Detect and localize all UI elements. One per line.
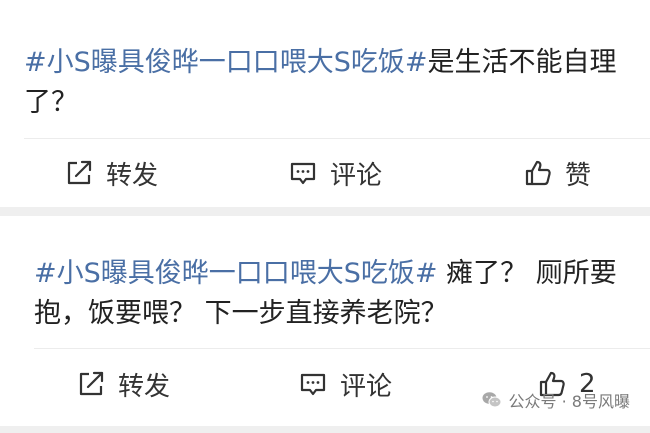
repost-icon (64, 158, 94, 188)
watermark: 公众号 · 8号风曝 (481, 388, 630, 412)
post-card: #小S曝具俊晔一口口喂大S吃饭# 瘫了？ 厕所要抱，饭要喂？ 下一步直接养老院？… (0, 216, 650, 426)
post-card: #小S曝具俊晔一口口喂大S吃饭#是生活不能自理了？ 转发 评论 赞 (0, 0, 650, 207)
comment-icon (298, 369, 328, 399)
divider (34, 348, 650, 349)
repost-button[interactable]: 转发 (76, 350, 170, 418)
post-text: #小S曝具俊晔一口口喂大S吃饭#是生活不能自理了？ (24, 43, 632, 123)
comment-label: 评论 (330, 160, 383, 191)
topic-link[interactable]: #小S曝具俊晔一口口喂大S吃饭# (34, 258, 438, 289)
action-bar: 转发 评论 赞 (0, 139, 650, 207)
thumbs-up-icon (523, 158, 553, 188)
repost-icon (76, 369, 106, 399)
repost-label: 转发 (118, 371, 171, 402)
repost-button[interactable]: 转发 (64, 139, 158, 207)
repost-label: 转发 (106, 160, 159, 191)
comment-label: 评论 (340, 371, 393, 402)
watermark-text: 公众号 · 8号风曝 (508, 392, 630, 411)
post-text: #小S曝具俊晔一口口喂大S吃饭# 瘫了？ 厕所要抱，饭要喂？ 下一步直接养老院？ (34, 254, 632, 334)
like-label: 赞 (565, 160, 592, 191)
like-button[interactable]: 赞 (523, 139, 591, 207)
comment-button[interactable]: 评论 (298, 350, 392, 418)
comment-icon (288, 158, 318, 188)
wechat-icon (481, 389, 503, 411)
comment-button[interactable]: 评论 (288, 139, 382, 207)
topic-link[interactable]: #小S曝具俊晔一口口喂大S吃饭# (24, 47, 428, 78)
